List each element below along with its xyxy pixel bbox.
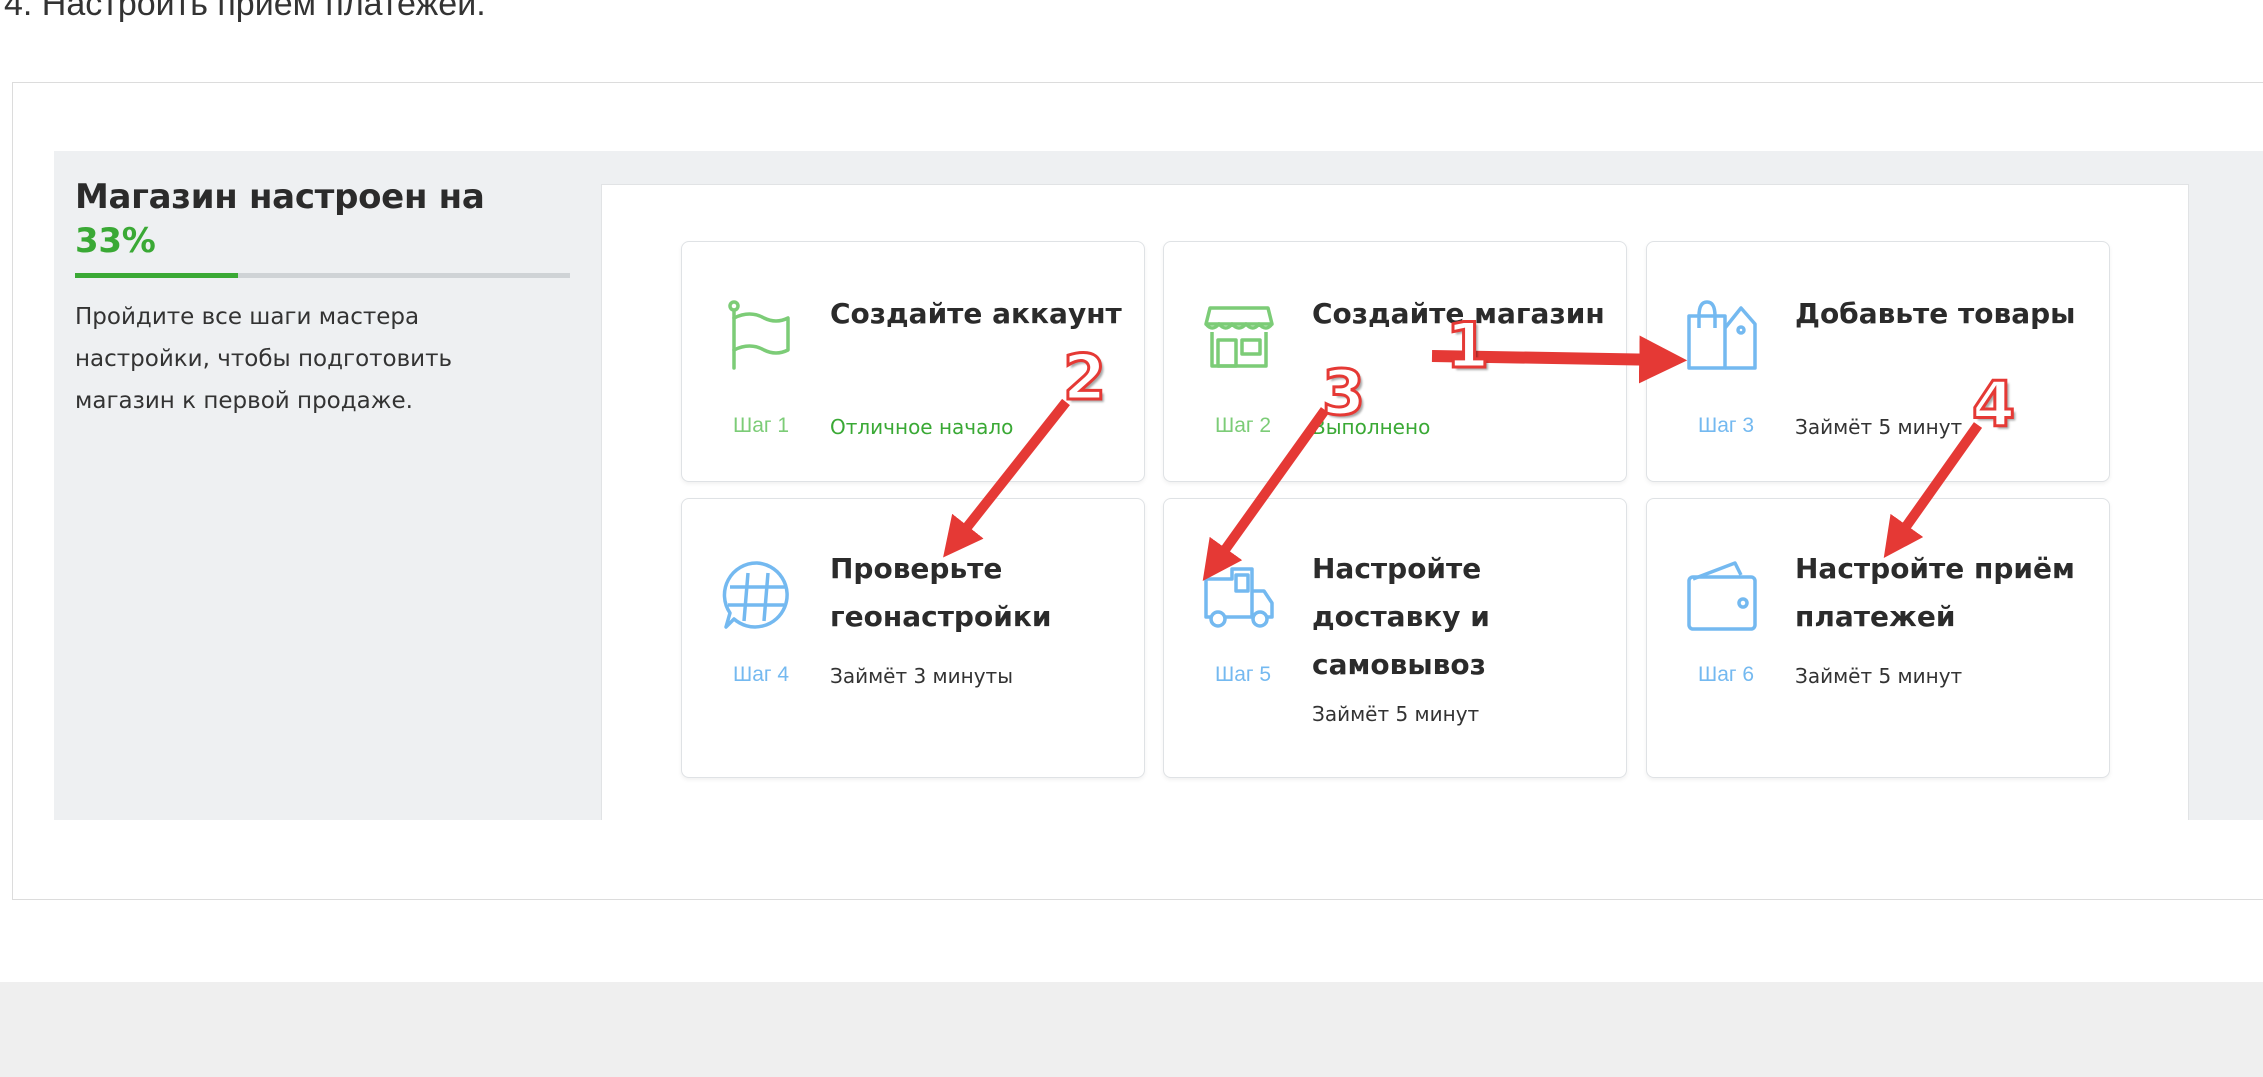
- wallet-icon: [1685, 559, 1759, 633]
- shopping-bag-icon: [1685, 298, 1759, 372]
- progress-description: Пройдите все шаги мастера настройки, что…: [75, 304, 453, 414]
- footer-band: [0, 982, 2263, 1077]
- step-card-delivery[interactable]: Настройте доставку и самовывоз Шаг 5 Зай…: [1163, 498, 1627, 778]
- step-card-create-store[interactable]: Создайте магазин Шаг 2 Выполнено: [1163, 241, 1627, 482]
- store-icon: [1202, 298, 1276, 372]
- page-heading: 4. Настроить прием платежей.: [4, 0, 486, 23]
- progress-sidebar: Магазин настроен на 33% Пройдите все шаг…: [75, 175, 570, 422]
- step-status: Займёт 3 минуты: [830, 664, 1013, 688]
- annotation-number-1: 1: [1444, 309, 1490, 382]
- step-status: Займёт 5 минут: [1795, 415, 1963, 439]
- flag-icon: [720, 298, 794, 372]
- globe-chat-icon: [720, 559, 794, 633]
- step-card-payments[interactable]: Настройте приём платежей Шаг 6 Займёт 5 …: [1646, 498, 2110, 778]
- step-title: Проверьте геонастройки: [830, 552, 1052, 633]
- step-title: Настройте доставку и самовывоз: [1312, 552, 1490, 681]
- step-number: Шаг 6: [1698, 663, 1755, 686]
- progress-title-prefix: Магазин настроен на: [75, 177, 485, 217]
- step-number: Шаг 2: [1215, 414, 1272, 437]
- step-card-geo-settings[interactable]: Проверьте геонастройки Шаг 4 Займёт 3 ми…: [681, 498, 1145, 778]
- progress-title: Магазин настроен на 33%: [75, 175, 570, 263]
- step-number: Шаг 1: [733, 414, 790, 437]
- annotation-number-4: 4: [1970, 368, 2016, 441]
- step-title: Создайте аккаунт: [830, 297, 1122, 330]
- truck-icon: [1202, 559, 1276, 633]
- step-status: Займёт 5 минут: [1312, 702, 1480, 726]
- annotation-number-3: 3: [1320, 356, 1366, 429]
- step-title: Настройте приём платежей: [1795, 552, 2075, 633]
- step-number: Шаг 4: [733, 663, 790, 686]
- step-number: Шаг 3: [1698, 414, 1755, 437]
- step-number: Шаг 5: [1215, 663, 1272, 686]
- step-status: Займёт 5 минут: [1795, 664, 1963, 688]
- progress-percent: 33%: [75, 221, 156, 261]
- annotation-number-2: 2: [1061, 341, 1107, 414]
- step-title: Добавьте товары: [1795, 297, 2076, 330]
- step-card-add-products[interactable]: Добавьте товары Шаг 3 Займёт 5 минут: [1646, 241, 2110, 482]
- progress-bar-fill: [75, 273, 239, 278]
- progress-bar: [75, 273, 570, 278]
- steps-area: Создайте аккаунт Шаг 1 Отличное начало С…: [601, 184, 2189, 820]
- step-status: Отличное начало: [830, 415, 1014, 439]
